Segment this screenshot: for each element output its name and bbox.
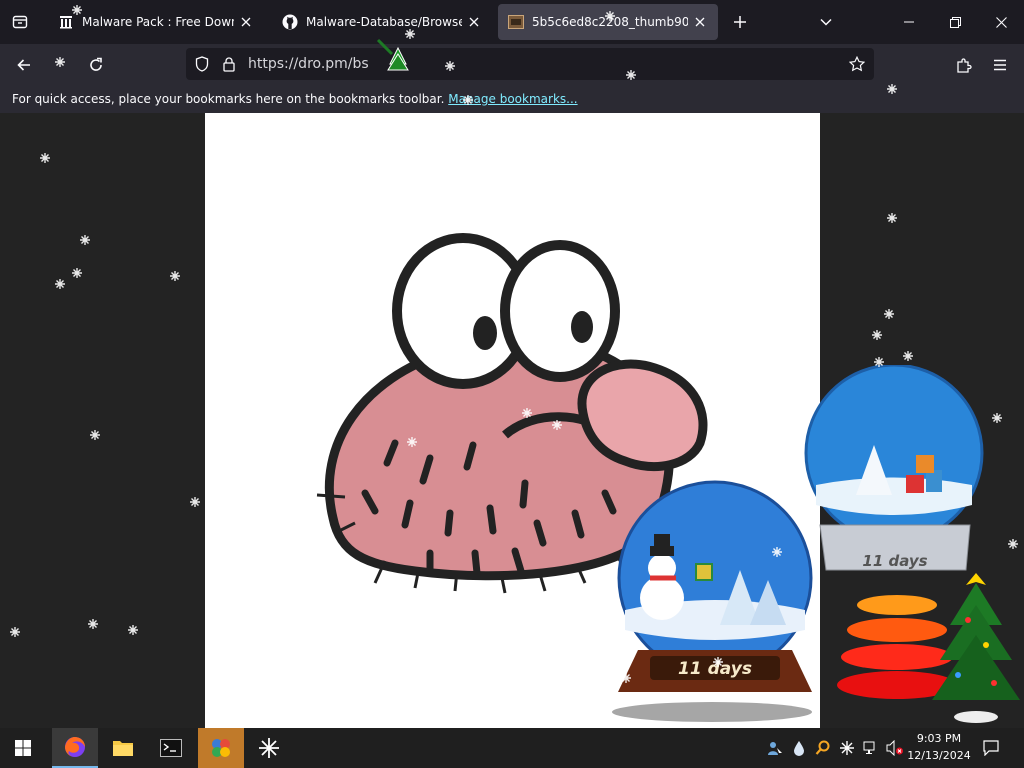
notifications-button[interactable] — [982, 738, 1000, 758]
list-all-tabs-button[interactable] — [810, 6, 842, 38]
close-window-button[interactable] — [978, 0, 1024, 44]
bookmarks-hint: For quick access, place your bookmarks h… — [12, 86, 578, 113]
minimize-icon — [904, 21, 914, 23]
search-tray-icon[interactable] — [814, 738, 832, 758]
back-button[interactable] — [8, 49, 40, 81]
firefox-icon — [65, 737, 85, 757]
droplet-tray-icon[interactable] — [790, 738, 808, 758]
shield-icon[interactable] — [194, 56, 210, 72]
close-tab-icon[interactable] — [234, 10, 258, 34]
tab-malware-database[interactable]: Malware-Database/Browsers at — [272, 4, 492, 40]
tab-title: 5b5c6ed8c2208_thumb900.web — [532, 15, 688, 29]
app-menu-button[interactable] — [984, 49, 1016, 81]
archive-icon — [58, 14, 74, 30]
tab-webp-image[interactable]: 5b5c6ed8c2208_thumb900.web — [498, 4, 718, 40]
firefox-view-button[interactable] — [4, 6, 36, 38]
hamburger-menu-icon — [994, 59, 1006, 71]
volume-muted-icon[interactable] — [886, 738, 904, 758]
address-bar[interactable]: https://dro.pm/bs — [186, 48, 874, 80]
close-tab-icon[interactable] — [462, 10, 486, 34]
windows-start-icon — [15, 740, 31, 756]
taskbar-file-explorer[interactable] — [100, 728, 146, 768]
system-clock[interactable]: 9:03 PM 12/13/2024 — [906, 730, 972, 764]
tab-strip: Malware Pack : Free Download, Malware-Da… — [0, 0, 1024, 44]
taskbar-colorful-app[interactable] — [198, 728, 244, 768]
notification-icon — [983, 740, 999, 756]
github-icon — [282, 14, 298, 30]
snowflake-tray-icon[interactable] — [838, 738, 856, 758]
arrow-left-icon — [17, 59, 30, 71]
page-content — [0, 113, 1024, 728]
firefox-view-icon — [12, 15, 28, 29]
clock-time: 9:03 PM — [916, 732, 962, 745]
taskbar-snowflake-app[interactable] — [246, 728, 292, 768]
network-tray-icon[interactable] — [862, 738, 880, 758]
terminal-icon — [160, 739, 182, 757]
image-icon — [508, 14, 524, 30]
url-text: https://dro.pm/bs — [248, 56, 369, 72]
people-tray-icon[interactable] — [766, 738, 784, 758]
clock-date: 12/13/2024 — [907, 749, 971, 762]
chevron-down-icon — [820, 18, 832, 26]
reload-button[interactable] — [80, 49, 112, 81]
new-tab-button[interactable] — [724, 6, 756, 38]
extensions-button[interactable] — [948, 49, 980, 81]
minimize-button[interactable] — [886, 0, 932, 44]
taskbar-firefox[interactable] — [52, 728, 98, 768]
file-explorer-icon — [113, 741, 133, 756]
puzzle-icon — [957, 58, 972, 73]
taskbar-terminal[interactable] — [148, 728, 194, 768]
manage-bookmarks-link[interactable]: Manage bookmarks... — [448, 92, 577, 106]
tab-title: Malware-Database/Browsers at — [306, 15, 462, 29]
image-viewer — [205, 113, 820, 728]
lock-icon[interactable] — [221, 56, 237, 72]
reload-icon — [90, 57, 102, 71]
tab-title: Malware Pack : Free Download, — [82, 15, 234, 29]
close-tab-icon[interactable] — [688, 10, 712, 34]
restore-button[interactable] — [932, 0, 978, 44]
bookmarks-toolbar: For quick access, place your bookmarks h… — [0, 86, 1024, 113]
cartoon-nose-creature-image — [316, 233, 708, 594]
restore-icon — [949, 16, 961, 28]
tab-malware-pack[interactable]: Malware Pack : Free Download, — [48, 4, 264, 40]
taskbar: 9:03 PM 12/13/2024 — [0, 728, 1024, 768]
bookmarks-hint-text: For quick access, place your bookmarks h… — [12, 92, 445, 106]
snowflake-app-icon — [259, 738, 279, 758]
plus-icon — [734, 16, 746, 28]
start-button[interactable] — [0, 728, 46, 768]
colorful-app-icon — [212, 739, 230, 757]
close-icon — [995, 16, 1007, 28]
star-icon[interactable] — [849, 56, 865, 72]
